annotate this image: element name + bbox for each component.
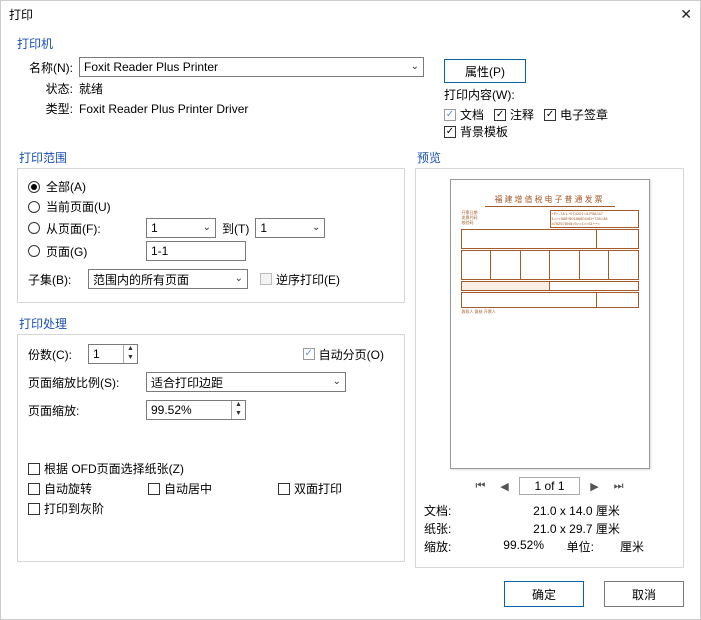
subset-select[interactable]: 范围内的所有页面⌄: [88, 269, 248, 289]
range-title: 打印范围: [17, 145, 405, 168]
name-label: 名称(N):: [17, 59, 79, 76]
preview-info: 文档:21.0 x 14.0 厘米 纸张:21.0 x 29.7 厘米 缩放: …: [424, 501, 675, 556]
page-input[interactable]: 1-1: [146, 241, 246, 261]
reverse-checkbox: 逆序打印(E): [260, 271, 340, 288]
autocenter-checkbox[interactable]: 自动居中: [148, 480, 268, 497]
nav-next-icon[interactable]: ▶: [586, 478, 604, 494]
to-label: 到(T): [222, 220, 249, 237]
chevron-down-icon: ⌄: [203, 222, 211, 233]
copies-spinner[interactable]: 1▲▼: [88, 344, 138, 364]
status-label: 状态:: [17, 80, 79, 97]
from-page-select[interactable]: 1⌄: [146, 218, 216, 238]
esign-checkbox[interactable]: 电子签章: [544, 106, 608, 123]
scale-label: 页面缩放:: [28, 402, 146, 419]
scale-mode-label: 页面缩放比例(S):: [28, 374, 146, 391]
doc-checkbox: 文档: [444, 106, 484, 123]
properties-button[interactable]: 属性(P): [444, 59, 526, 83]
print-content-label: 打印内容(W):: [444, 86, 515, 103]
printer-section: 打印机 名称(N): Foxit Reader Plus Printer ⌄ 状…: [11, 27, 690, 145]
preview-page: 福建增值税电子普通发票 开票日期发票代码校验码 +P<-7&1-*074201<…: [450, 179, 650, 469]
bg-checkbox[interactable]: 背景模板: [444, 123, 508, 140]
radio-current[interactable]: 当前页面(U): [28, 198, 111, 215]
radio-page[interactable]: 页面(G): [28, 243, 146, 260]
ofd-checkbox[interactable]: 根据 OFD页面选择纸张(Z): [28, 460, 184, 477]
scale-spinner[interactable]: 99.52%▲▼: [146, 400, 246, 420]
handling-title: 打印处理: [17, 311, 405, 334]
scale-mode-select[interactable]: 适合打印边距⌄: [146, 372, 346, 392]
type-label: 类型:: [17, 100, 79, 117]
preview-box: 福建增值税电子普通发票 开票日期发票代码校验码 +P<-7&1-*074201<…: [415, 168, 684, 568]
preview-nav: ⏮ ◀ 1 of 1 ▶ ⏭: [424, 477, 675, 495]
preview-title: 预览: [415, 145, 684, 168]
radio-all[interactable]: 全部(A): [28, 178, 86, 195]
type-value: Foxit Reader Plus Printer Driver: [79, 102, 248, 116]
range-group: 全部(A) 当前页面(U) 从页面(F): 1⌄ 到(T) 1⌄ 页面(G) 1…: [17, 168, 405, 303]
titlebar: 打印 ✕: [1, 1, 700, 27]
nav-page-label: 1 of 1: [519, 477, 579, 495]
duplex-checkbox[interactable]: 双面打印: [278, 480, 342, 497]
nav-prev-icon[interactable]: ◀: [495, 478, 513, 494]
dialog-title: 打印: [9, 6, 33, 23]
collate-checkbox: 自动分页(O): [303, 346, 384, 363]
chevron-down-icon: ⌄: [333, 376, 341, 387]
to-page-select[interactable]: 1⌄: [255, 218, 325, 238]
nav-last-icon[interactable]: ⏭: [610, 478, 628, 494]
subset-label: 子集(B):: [28, 271, 88, 288]
printer-name-select[interactable]: Foxit Reader Plus Printer ⌄: [79, 57, 424, 77]
copies-label: 份数(C):: [28, 346, 88, 363]
autorotate-checkbox[interactable]: 自动旋转: [28, 480, 138, 497]
radio-from[interactable]: 从页面(F):: [28, 220, 146, 237]
close-icon[interactable]: ✕: [680, 6, 692, 23]
chevron-down-icon: ⌄: [235, 273, 243, 284]
printer-group-title: 打印机: [17, 31, 684, 54]
printer-name-value: Foxit Reader Plus Printer: [84, 60, 218, 74]
grayscale-checkbox[interactable]: 打印到灰阶: [28, 500, 104, 517]
chevron-down-icon: ⌄: [312, 222, 320, 233]
invoice-title: 福建增值税电子普通发票: [485, 194, 615, 207]
status-value: 就绪: [79, 80, 103, 97]
cancel-button[interactable]: 取消: [604, 581, 684, 607]
chevron-down-icon: ⌄: [411, 61, 419, 72]
nav-first-icon[interactable]: ⏮: [471, 478, 489, 494]
handling-group: 份数(C): 1▲▼ 自动分页(O) 页面缩放比例(S): 适合打印边距⌄ 页面…: [17, 334, 405, 562]
annot-checkbox[interactable]: 注释: [494, 106, 534, 123]
ok-button[interactable]: 确定: [504, 581, 584, 607]
